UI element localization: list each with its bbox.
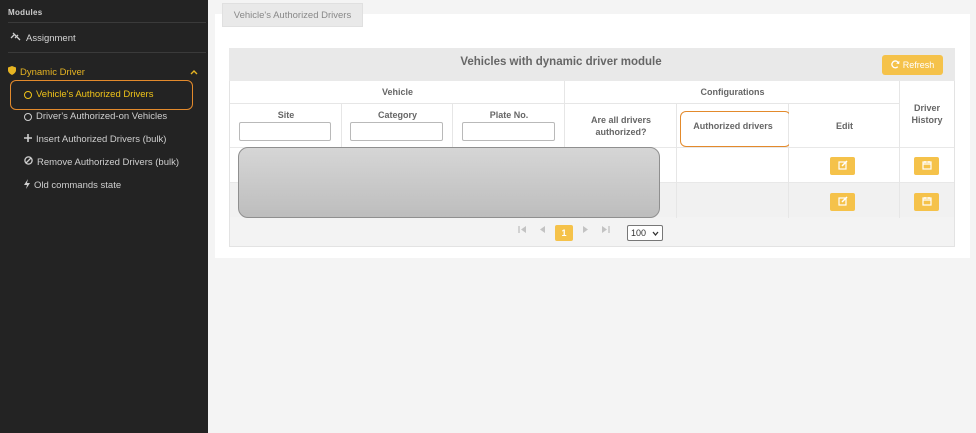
sidebar-item-label: Insert Authorized Drivers (bulk) [36,134,167,145]
history-button[interactable] [914,193,939,211]
sidebar-group-label: Dynamic Driver [20,66,85,78]
edit-button[interactable] [830,157,855,175]
sidebar-group-dynamic-driver[interactable]: Dynamic Driver [8,66,198,78]
chevron-down-icon [652,228,659,238]
column-header-plate-label: Plate No. [489,110,529,120]
page-size-value: 100 [631,228,647,238]
circle-icon [24,112,32,121]
column-header-all-authorized-label: Are all drivers authorized? [590,115,652,137]
sidebar-item-old-commands-state[interactable]: Old commands state [24,179,121,192]
column-header-site-label: Site [277,110,295,120]
sidebar-heading: Modules [8,8,43,17]
tab-vehicles-authorized-drivers[interactable]: Vehicle's Authorized Drivers [222,3,363,27]
sidebar-item-drivers-authorized-on-vehicles[interactable]: Driver's Authorized-on Vehicles [24,111,167,122]
edit-icon [837,195,848,209]
refresh-button[interactable]: Refresh [882,55,943,75]
current-page[interactable]: 1 [555,225,573,241]
sidebar-item-insert-authorized-drivers[interactable]: Insert Authorized Drivers (bulk) [24,134,166,145]
chevron-up-icon [190,67,198,78]
sidebar-divider [8,52,206,53]
sidebar-divider [8,22,206,23]
category-filter-input[interactable] [350,122,443,141]
calendar-icon [921,160,932,173]
first-page-icon[interactable] [518,225,527,234]
header-group-vehicle-label: Vehicle [381,87,414,97]
column-divider [899,147,900,218]
sidebar-item-label: Assignment [26,32,76,44]
next-page-icon[interactable] [582,225,590,234]
highlight-outline [680,111,791,147]
ban-icon [24,156,33,168]
column-divider [676,147,677,218]
sidebar-item-remove-authorized-drivers[interactable]: Remove Authorized Drivers (bulk) [24,156,179,168]
column-divider [788,147,789,218]
table-title: Vehicles with dynamic driver module [460,56,662,68]
previous-page-icon[interactable] [538,225,546,234]
header-group-configurations-label: Configurations [700,87,765,97]
sidebar-item-label: Old commands state [34,180,122,191]
calendar-icon [921,196,932,209]
page-size-select[interactable]: 100 [627,225,663,241]
plus-icon [24,134,32,145]
refresh-icon [890,59,900,71]
column-header-history-label: Driver History [911,103,943,125]
site-filter-input[interactable] [239,122,331,141]
sidebar-item-label: Remove Authorized Drivers (bulk) [37,156,180,168]
highlight-outline [10,80,193,110]
sidebar: Modules Assignment Dynamic Driver Vehicl… [0,0,208,433]
link-icon [10,32,21,44]
sidebar-item-label: Driver's Authorized-on Vehicles [36,111,168,122]
shield-icon [8,66,16,78]
bolt-icon [24,179,30,192]
refresh-label: Refresh [902,60,935,70]
edit-button[interactable] [830,193,855,211]
column-header-category-label: Category [377,110,417,120]
redacted-area [238,147,660,218]
edit-icon [837,159,848,173]
sidebar-item-assignment[interactable]: Assignment [10,32,76,44]
column-header-edit-label: Edit [836,121,853,131]
history-button[interactable] [914,157,939,175]
last-page-icon[interactable] [601,225,610,234]
plate-filter-input[interactable] [462,122,555,141]
